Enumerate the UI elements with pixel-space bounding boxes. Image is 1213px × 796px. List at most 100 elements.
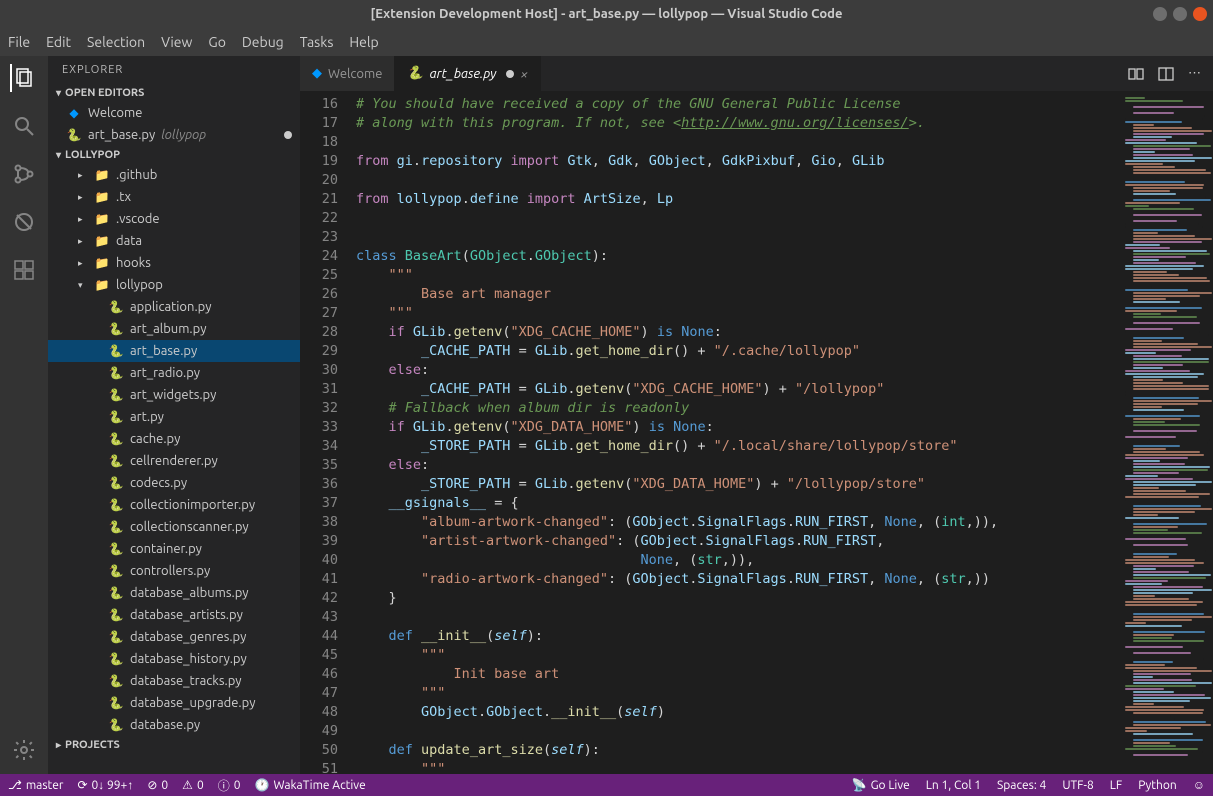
py-icon: 🐍 (108, 475, 124, 491)
open-editor-item[interactable]: ◆Welcome (48, 102, 300, 124)
feedback-icon[interactable]: ☺ (1193, 778, 1205, 792)
py-icon: 🐍 (108, 563, 124, 579)
sidebar: EXPLORER ▾OPEN EDITORS ◆Welcome🐍art_base… (48, 56, 300, 774)
py-icon: 🐍 (108, 673, 124, 689)
tree-item-art-base-py[interactable]: 🐍art_base.py (48, 340, 300, 362)
minimap[interactable] (1117, 91, 1213, 774)
tree-item-hooks[interactable]: ▸📁hooks (48, 252, 300, 274)
gutter: 1617181920212223242526272829303132333435… (300, 91, 356, 774)
tree-item--tx[interactable]: ▸📁.tx (48, 186, 300, 208)
py-icon: 🐍 (108, 519, 124, 535)
menu-go[interactable]: Go (208, 34, 225, 50)
git-sync[interactable]: ⟳ 0↓ 99+↑ (77, 778, 133, 792)
search-icon[interactable] (10, 112, 38, 140)
menu-file[interactable]: File (8, 34, 30, 50)
errors-count[interactable]: ⊘ 0 (147, 778, 168, 792)
git-branch[interactable]: ⎇ master (8, 778, 63, 792)
language-mode[interactable]: Python (1138, 779, 1177, 792)
settings-icon[interactable] (10, 736, 38, 764)
explorer-icon[interactable] (10, 64, 38, 92)
py-icon: 🐍 (108, 629, 124, 645)
tree-item-art-widgets-py[interactable]: 🐍art_widgets.py (48, 384, 300, 406)
py-icon: 🐍 (108, 431, 124, 447)
more-icon[interactable]: ⋯ (1188, 66, 1201, 81)
py-icon: 🐍 (108, 695, 124, 711)
py-icon: 🐍 (108, 365, 124, 381)
menu-debug[interactable]: Debug (242, 34, 284, 50)
maximize-icon[interactable] (1173, 7, 1187, 21)
tree-item-database-history-py[interactable]: 🐍database_history.py (48, 648, 300, 670)
py-icon: 🐍 (108, 343, 124, 359)
tree-item-database-albums-py[interactable]: 🐍database_albums.py (48, 582, 300, 604)
window-controls (1153, 7, 1207, 21)
code-content[interactable]: # You should have received a copy of the… (356, 91, 1117, 774)
cursor-position[interactable]: Ln 1, Col 1 (926, 779, 981, 792)
minimize-icon[interactable] (1153, 7, 1167, 21)
folder-icon: 📁 (94, 255, 110, 271)
tree-item-data[interactable]: ▸📁data (48, 230, 300, 252)
tree-item-lollypop[interactable]: ▾📁lollypop (48, 274, 300, 296)
tree-item-controllers-py[interactable]: 🐍controllers.py (48, 560, 300, 582)
split-compare-icon[interactable] (1128, 66, 1144, 82)
tab-art-base[interactable]: 🐍 art_base.py × (395, 56, 541, 91)
folder-icon: 📁 (94, 233, 110, 249)
open-editor-item[interactable]: 🐍art_base.py lollypop (48, 124, 300, 146)
wakatime-status[interactable]: 🕐 WakaTime Active (255, 778, 366, 792)
tree-item-art-radio-py[interactable]: 🐍art_radio.py (48, 362, 300, 384)
py-icon: 🐍 (108, 453, 124, 469)
go-live[interactable]: 📡 Go Live (852, 778, 910, 792)
split-editor-icon[interactable] (1158, 66, 1174, 82)
window-title: [Extension Development Host] - art_base.… (371, 7, 843, 21)
tree-item-application-py[interactable]: 🐍application.py (48, 296, 300, 318)
tree-item-database-upgrade-py[interactable]: 🐍database_upgrade.py (48, 692, 300, 714)
folder-icon: 📁 (94, 277, 110, 293)
tab-welcome[interactable]: ◆ Welcome (300, 56, 395, 91)
py-icon: 🐍 (108, 541, 124, 557)
warnings-count[interactable]: ⚠ 0 (182, 778, 204, 792)
py-icon: 🐍 (108, 497, 124, 513)
scm-icon[interactable] (10, 160, 38, 188)
workspace-header[interactable]: ▾LOLLYPOP (48, 146, 300, 164)
menu-tasks[interactable]: Tasks (300, 34, 334, 50)
tree-item--github[interactable]: ▸📁.github (48, 164, 300, 186)
port-status[interactable]: ⓘ 0 (218, 777, 241, 794)
menu-view[interactable]: View (161, 34, 192, 50)
tree-item--vscode[interactable]: ▸📁.vscode (48, 208, 300, 230)
eol[interactable]: LF (1110, 779, 1122, 792)
menubar: File Edit Selection View Go Debug Tasks … (0, 28, 1213, 56)
close-icon[interactable] (1193, 7, 1207, 21)
py-icon: 🐍 (108, 387, 124, 403)
menu-help[interactable]: Help (349, 34, 378, 50)
statusbar: ⎇ master ⟳ 0↓ 99+↑ ⊘ 0 ⚠ 0 ⓘ 0 🕐 WakaTim… (0, 774, 1213, 796)
tree-item-codecs-py[interactable]: 🐍codecs.py (48, 472, 300, 494)
tree-item-database-py[interactable]: 🐍database.py (48, 714, 300, 736)
tree-item-art-album-py[interactable]: 🐍art_album.py (48, 318, 300, 340)
tree-item-collectionimporter-py[interactable]: 🐍collectionimporter.py (48, 494, 300, 516)
py-icon: 🐍 (108, 607, 124, 623)
tree-item-database-tracks-py[interactable]: 🐍database_tracks.py (48, 670, 300, 692)
projects-header[interactable]: ▸PROJECTS (48, 736, 300, 754)
debug-icon[interactable] (10, 208, 38, 236)
encoding[interactable]: UTF-8 (1062, 779, 1093, 792)
tree-item-collectionscanner-py[interactable]: 🐍collectionscanner.py (48, 516, 300, 538)
open-editors-header[interactable]: ▾OPEN EDITORS (48, 84, 300, 102)
menu-edit[interactable]: Edit (46, 34, 71, 50)
tree-item-cellrenderer-py[interactable]: 🐍cellrenderer.py (48, 450, 300, 472)
folder-icon: 📁 (94, 189, 110, 205)
tree-item-container-py[interactable]: 🐍container.py (48, 538, 300, 560)
close-tab-icon[interactable]: × (520, 66, 528, 82)
menu-selection[interactable]: Selection (87, 34, 145, 50)
editor-tabs: ◆ Welcome 🐍 art_base.py × ⋯ (300, 56, 1213, 91)
py-icon: 🐍 (108, 651, 124, 667)
python-icon: 🐍 (407, 66, 423, 81)
tree-item-database-genres-py[interactable]: 🐍database_genres.py (48, 626, 300, 648)
tree-item-art-py[interactable]: 🐍art.py (48, 406, 300, 428)
extensions-icon[interactable] (10, 256, 38, 284)
modified-indicator (506, 70, 514, 78)
modified-indicator (284, 131, 292, 139)
editor[interactable]: 1617181920212223242526272829303132333435… (300, 91, 1213, 774)
tree-item-database-artists-py[interactable]: 🐍database_artists.py (48, 604, 300, 626)
indent-setting[interactable]: Spaces: 4 (997, 779, 1046, 792)
activity-bar (0, 56, 48, 774)
tree-item-cache-py[interactable]: 🐍cache.py (48, 428, 300, 450)
